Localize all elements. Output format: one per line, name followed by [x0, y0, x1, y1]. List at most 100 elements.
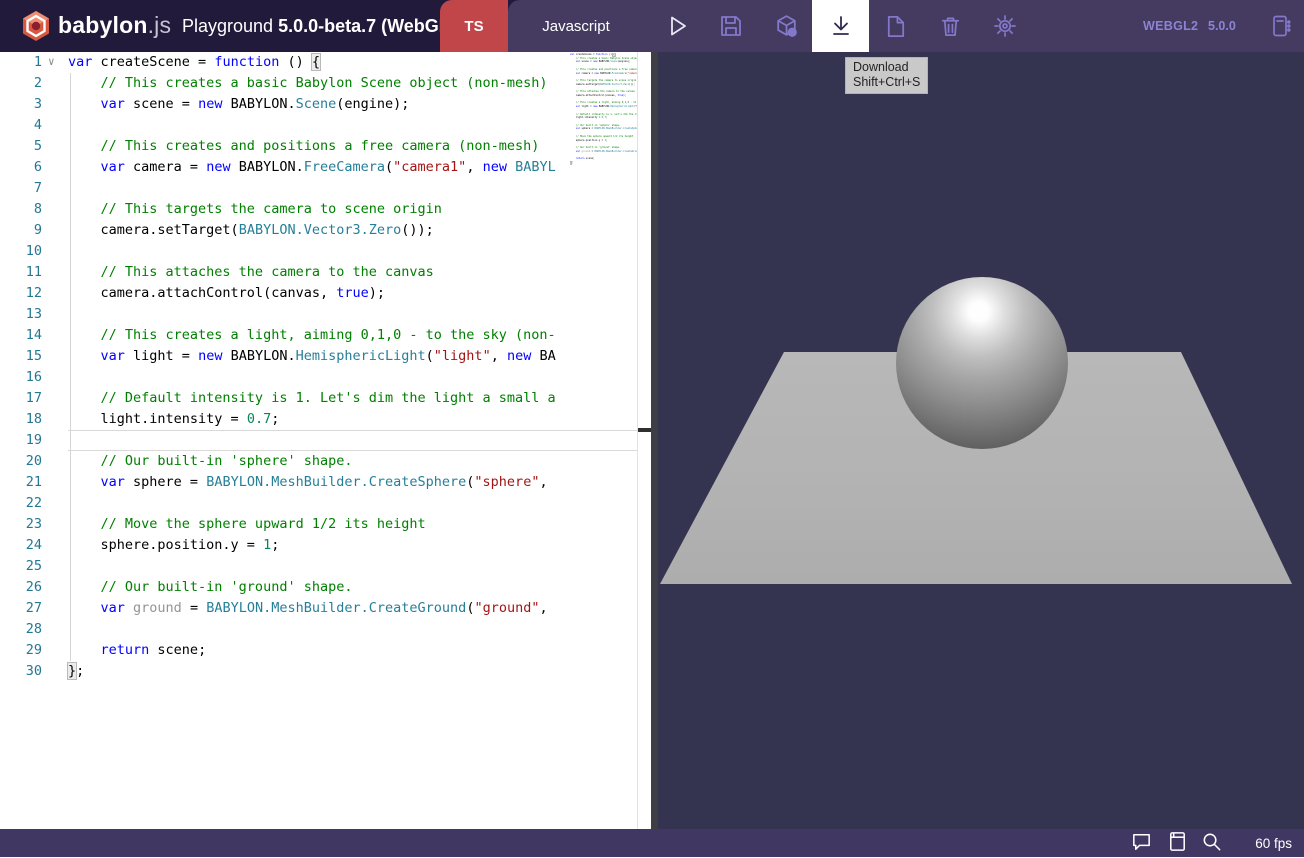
code-line: 2 // This creates a basic Babylon Scene … [0, 73, 570, 94]
line-number: 19 [0, 430, 42, 451]
docs-book-icon [1166, 830, 1189, 858]
code-line: 16 [0, 367, 570, 388]
language-selector[interactable]: Javascript [508, 0, 644, 52]
line-number: 6 [0, 157, 42, 178]
line-number: 24 [0, 535, 42, 556]
line-number: 9 [0, 220, 42, 241]
minimap-line: var camera = new BABYLON.FreeCamera("cam… [570, 72, 637, 76]
code-line: 15 var light = new BABYLON.HemisphericLi… [0, 346, 570, 367]
code-line: 24 sphere.position.y = 1; [0, 535, 570, 556]
typescript-toggle-button[interactable]: TS [440, 0, 508, 52]
babylon-logo-icon [20, 10, 52, 42]
line-number: 22 [0, 493, 42, 514]
minimap[interactable]: var createScene = function () { // This … [570, 53, 637, 165]
split-resize-handle[interactable] [638, 428, 651, 432]
save-icon [718, 13, 744, 39]
code-line: 11 // This attaches the camera to the ca… [0, 262, 570, 283]
fps-counter: 60 fps [1255, 829, 1292, 857]
code-line: 12 camera.attachControl(canvas, true); [0, 283, 570, 304]
code-line: 18 light.intensity = 0.7; [0, 409, 570, 430]
line-number: 11 [0, 262, 42, 283]
line-number: 1 [0, 52, 42, 73]
new-document-icon [883, 14, 908, 39]
code-line: 23 // Move the sphere upward 1/2 its hei… [0, 514, 570, 535]
tooltip-shortcut: Shift+Ctrl+S [853, 75, 920, 90]
minimap-line: }; [570, 161, 637, 165]
clear-button[interactable] [928, 0, 972, 52]
code-line: 14 // This creates a light, aiming 0,1,0… [0, 325, 570, 346]
engine-version-badge: 5.0.0 [1208, 0, 1236, 52]
line-number: 13 [0, 304, 42, 325]
code-editor[interactable]: 1∨var createScene = function () {2 // Th… [0, 52, 651, 830]
save-button[interactable] [709, 0, 753, 52]
line-number: 16 [0, 367, 42, 388]
inspector-cube-icon [773, 13, 800, 40]
line-number: 15 [0, 346, 42, 367]
code-line: 25 [0, 556, 570, 577]
code-line: 3 var scene = new BABYLON.Scene(engine); [0, 94, 570, 115]
gear-icon [992, 13, 1018, 39]
tooltip-title: Download [853, 60, 920, 75]
minimap-line: camera.setTarget(BABYLON.Vector3.Zero())… [570, 83, 637, 87]
minimap-line: var sphere = BABYLON.MeshBuilder.CreateS… [570, 127, 637, 131]
line-number: 29 [0, 640, 42, 661]
play-icon [664, 13, 690, 39]
minimap-border [637, 52, 638, 830]
examples-device-icon [1268, 13, 1294, 39]
run-button[interactable] [655, 0, 699, 52]
download-button[interactable] [812, 0, 869, 52]
code-line: 29 return scene; [0, 640, 570, 661]
code-lines: 1∨var createScene = function () {2 // Th… [0, 52, 570, 682]
search-icon [1200, 830, 1223, 858]
header-bar: babylon.js Playground 5.0.0-beta.7 (WebG… [0, 0, 1304, 52]
line-number: 5 [0, 136, 42, 157]
line-number: 18 [0, 409, 42, 430]
line-number: 27 [0, 598, 42, 619]
line-number: 8 [0, 199, 42, 220]
fold-chevron-icon[interactable]: ∨ [48, 52, 55, 72]
code-line: 21 var sphere = BABYLON.MeshBuilder.Crea… [0, 472, 570, 493]
code-line: 28 [0, 619, 570, 640]
download-icon [828, 13, 854, 39]
minimap-line: var light = new BABYLON.HemisphericLight… [570, 105, 637, 109]
line-number: 17 [0, 388, 42, 409]
code-line: 4 [0, 115, 570, 136]
line-number: 12 [0, 283, 42, 304]
line-number: 30 [0, 661, 42, 682]
line-number: 23 [0, 514, 42, 535]
code-line: 17 // Default intensity is 1. Let's dim … [0, 388, 570, 409]
settings-button[interactable] [983, 0, 1027, 52]
line-number: 21 [0, 472, 42, 493]
logo-wordmark: babylon.js [58, 12, 171, 39]
minimap-line: var ground = BABYLON.MeshBuilder.CreateG… [570, 150, 637, 154]
line-number: 14 [0, 325, 42, 346]
webgl-version-badge: WEBGL2 [1143, 0, 1198, 52]
code-line: 27 var ground = BABYLON.MeshBuilder.Crea… [0, 598, 570, 619]
chat-bubble-icon [1130, 830, 1153, 858]
inspector-button[interactable] [764, 0, 808, 52]
line-number: 26 [0, 577, 42, 598]
code-line: 7 [0, 178, 570, 199]
code-line: 9 camera.setTarget(BABYLON.Vector3.Zero(… [0, 220, 570, 241]
search-button[interactable] [1199, 832, 1223, 856]
examples-button[interactable] [1259, 0, 1303, 52]
code-line: 13 [0, 304, 570, 325]
code-line: 30}; [0, 661, 570, 682]
code-line: 20 // Our built-in 'sphere' shape. [0, 451, 570, 472]
line-number: 20 [0, 451, 42, 472]
download-tooltip: Download Shift+Ctrl+S [845, 57, 928, 94]
minimap-line: var scene = new BABYLON.Scene(engine); [570, 60, 637, 64]
page-title: Playground 5.0.0-beta.7 (WebGL2) [182, 16, 466, 37]
new-playground-button[interactable] [873, 0, 917, 52]
line-number: 2 [0, 73, 42, 94]
line-number: 4 [0, 115, 42, 136]
code-line: 22 [0, 493, 570, 514]
trash-icon [938, 14, 963, 39]
code-line: 8 // This targets the camera to scene or… [0, 199, 570, 220]
docs-button[interactable] [1165, 832, 1189, 856]
code-line: 10 [0, 241, 570, 262]
footer-bar: 60 fps [0, 829, 1304, 857]
render-canvas[interactable] [651, 52, 1304, 830]
code-line: 5 // This creates and positions a free c… [0, 136, 570, 157]
feedback-button[interactable] [1129, 832, 1153, 856]
